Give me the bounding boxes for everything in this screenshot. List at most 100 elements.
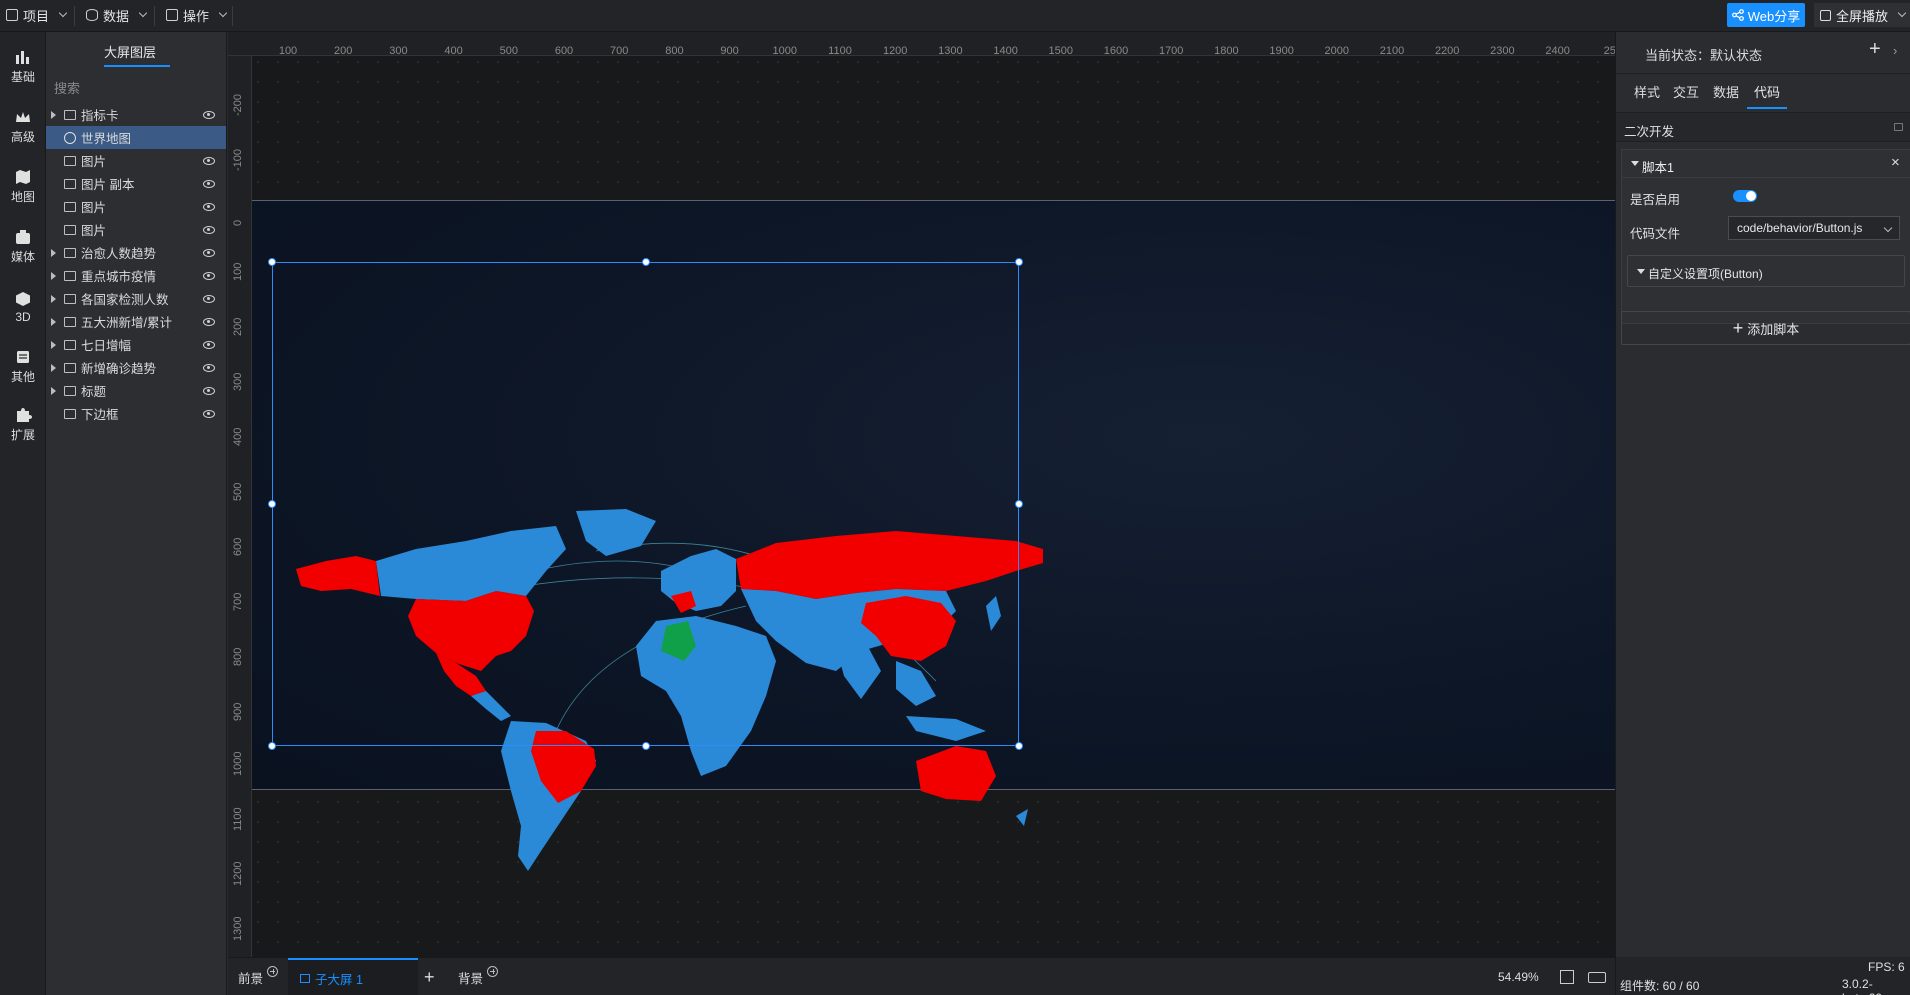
crown-icon [16,112,30,122]
layer-item[interactable]: 指标卡 [46,103,226,126]
resize-handle-bottom-right[interactable] [1015,742,1023,750]
tool-extension[interactable]: 扩展 [0,400,46,450]
expand-icon[interactable] [51,363,56,372]
ruler-tick-label: 1000 [772,45,798,57]
enabled-toggle[interactable] [1733,190,1757,202]
tab-interaction[interactable]: 交互 [1673,82,1699,101]
layer-item[interactable]: 重点城市疫情 [46,264,226,287]
tool-map[interactable]: 地图 [0,162,46,212]
resize-handle-bottom-left[interactable] [268,742,276,750]
ruler-tick-label: 700 [232,592,244,611]
expand-icon[interactable] [51,110,56,119]
layer-item[interactable]: 图片 [46,149,226,172]
tab-sub-screen[interactable]: 子大屏 1 [288,958,418,995]
custom-settings-collapse[interactable]: 自定义设置项(Button) [1627,255,1905,287]
close-icon[interactable]: × [1891,154,1900,171]
expand-icon[interactable] [51,271,56,280]
eye-icon[interactable] [203,271,215,280]
layer-item[interactable]: 治愈人数趋势 [46,241,226,264]
lock-icon[interactable] [1894,123,1903,131]
add-circle-icon[interactable] [267,965,279,977]
layer-item[interactable]: 下边框 [46,402,226,425]
chevron-right-icon[interactable]: › [1893,43,1897,58]
tab-background[interactable]: 背景 [458,958,499,995]
zoom-level[interactable]: 54.49% [1498,958,1539,995]
tool-media[interactable]: 媒体 [0,222,46,272]
expand-icon[interactable] [51,386,56,395]
tool-advanced[interactable]: 高级 [0,102,46,152]
resize-handle-top[interactable] [642,258,650,266]
add-script-button[interactable]: + 添加脚本 [1621,311,1910,345]
resize-handle-bottom[interactable] [642,742,650,750]
layer-item[interactable]: 图片 [46,218,226,241]
expand-icon[interactable] [51,317,56,326]
bottom-bar: 前景 子大屏 1 + 背景 54.49% [228,957,1615,995]
eye-icon[interactable] [203,317,215,326]
menu-data[interactable]: 数据 [86,0,148,30]
add-circle-icon[interactable] [487,965,499,977]
tab-data[interactable]: 数据 [1713,82,1739,101]
tool-3d[interactable]: 3D [0,282,46,332]
tool-basic[interactable]: 基础 [0,42,46,92]
horizontal-ruler: 100 200 300 400 500 600 700 800 900 1000 1100 1200 1… [228,32,1615,57]
eye-icon[interactable] [203,363,215,372]
fit-icon [1560,970,1574,984]
layer-item[interactable]: 五大洲新增/累计 [46,310,226,333]
layer-item[interactable]: 标题 [46,379,226,402]
layer-search-input[interactable] [54,76,220,100]
resize-handle-left[interactable] [268,500,276,508]
menu-operate[interactable]: 操作 [166,0,228,30]
image-icon [64,247,76,258]
tab-underline [1747,107,1787,109]
country-australia[interactable] [916,746,996,801]
tool-map-label: 地图 [10,190,35,204]
add-state-button[interactable]: + [1869,38,1881,61]
expand-icon[interactable] [51,248,56,257]
tab-code[interactable]: 代码 [1754,82,1780,101]
country-new-zealand[interactable] [1016,809,1028,826]
eye-icon[interactable] [203,225,215,234]
fit-screen-button[interactable] [1560,958,1574,995]
eye-icon[interactable] [203,202,215,211]
layer-item-label: 下边框 [81,408,119,422]
eye-icon[interactable] [203,409,215,418]
selection-box[interactable] [272,262,1019,746]
eye-icon[interactable] [203,248,215,257]
expand-icon[interactable] [51,340,56,349]
expand-icon[interactable] [51,294,56,303]
web-share-button[interactable]: Web分享 [1727,3,1805,27]
code-file-select[interactable]: code/behavior/Button.js [1728,216,1900,240]
eye-icon[interactable] [203,179,215,188]
layer-item[interactable]: 各国家检测人数 [46,287,226,310]
resize-handle-top-right[interactable] [1015,258,1023,266]
add-screen-button[interactable]: + [424,958,435,995]
tool-other[interactable]: 其他 [0,342,46,392]
layer-item[interactable]: 图片 副本 [46,172,226,195]
menu-operate-label: 操作 [183,8,210,24]
editor-canvas[interactable]: 100 200 300 400 500 600 700 800 900 1000 1100 1200 1… [228,32,1615,957]
eye-icon[interactable] [203,340,215,349]
image-icon [64,293,76,304]
globe-icon [64,131,76,144]
ruler-tick-label: 400 [232,427,244,446]
eye-icon[interactable] [203,110,215,119]
layer-panel-title: 大屏图层 [104,45,157,60]
tab-foreground[interactable]: 前景 [238,958,279,995]
resize-handle-top-left[interactable] [268,258,276,266]
layer-item[interactable]: 图片 [46,195,226,218]
menu-project[interactable]: 项目 [6,0,68,30]
image-icon [64,224,76,235]
resize-handle-right[interactable] [1015,500,1023,508]
eye-icon[interactable] [203,386,215,395]
eye-icon[interactable] [203,294,215,303]
ruler-tick-label: 1200 [232,861,244,886]
fullscreen-button[interactable]: 全屏播放 [1814,3,1910,27]
keyboard-button[interactable] [1588,958,1606,995]
tab-style[interactable]: 样式 [1634,82,1660,101]
layer-item[interactable]: 世界地图 [46,126,226,149]
eye-icon[interactable] [203,156,215,165]
layer-item[interactable]: 七日增幅 [46,333,226,356]
layer-item-label: 治愈人数趋势 [81,247,157,261]
layer-item[interactable]: 新增确诊趋势 [46,356,226,379]
script-header[interactable]: 脚本1 × [1622,150,1910,178]
